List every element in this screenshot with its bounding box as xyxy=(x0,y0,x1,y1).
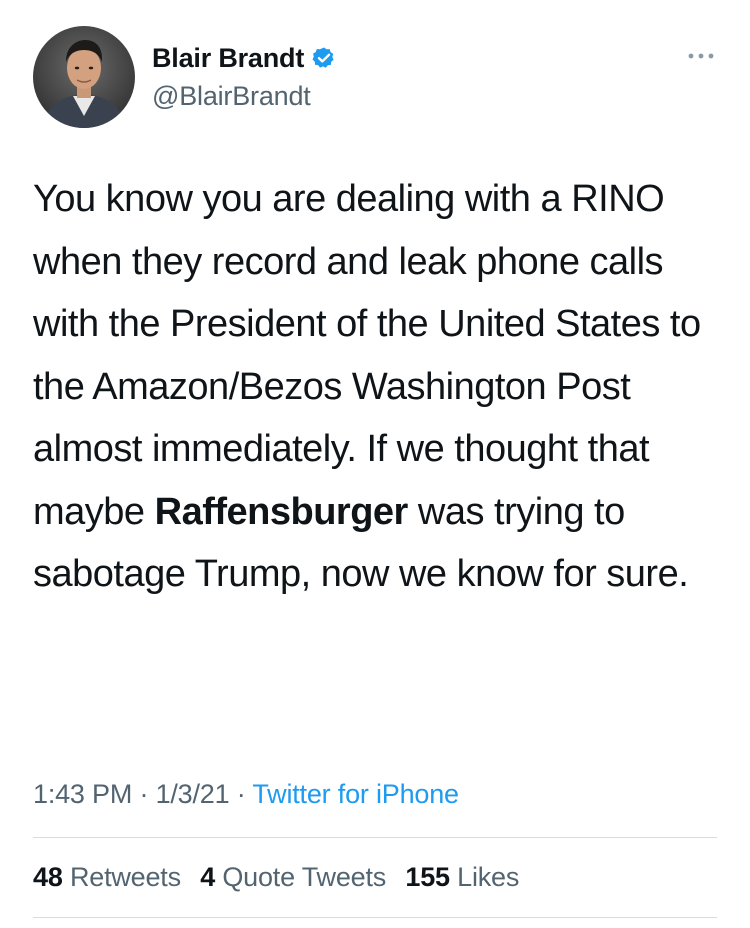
display-name[interactable]: Blair Brandt xyxy=(152,43,304,74)
retweets-label: Retweets xyxy=(69,862,181,892)
retweets-stat[interactable]: 48 Retweets xyxy=(33,862,181,892)
quote-tweets-stat[interactable]: 4 Quote Tweets xyxy=(200,862,386,892)
likes-count: 155 xyxy=(405,862,450,892)
likes-stat[interactable]: 155 Likes xyxy=(405,862,519,892)
tweet-source-link[interactable]: Twitter for iPhone xyxy=(252,779,459,809)
tweet-card: Blair Brandt @BlairBrandt You know you a… xyxy=(0,0,750,928)
tweet-text-bold-name: Raffensburger xyxy=(154,490,409,533)
divider xyxy=(33,837,717,838)
likes-label: Likes xyxy=(457,862,520,892)
tweet-date[interactable]: 1/3/21 xyxy=(156,779,230,809)
meta-separator: · xyxy=(229,779,253,809)
avatar[interactable] xyxy=(33,26,135,128)
quote-tweets-label: Quote Tweets xyxy=(222,862,387,892)
handle[interactable]: @BlairBrandt xyxy=(152,81,336,112)
tweet-text: You know you are dealing with a RINO whe… xyxy=(33,168,723,606)
verified-badge-icon xyxy=(312,46,336,70)
tweet-time[interactable]: 1:43 PM xyxy=(33,779,132,809)
meta-separator: · xyxy=(132,779,156,809)
display-name-row: Blair Brandt xyxy=(152,41,336,75)
author-info: Blair Brandt @BlairBrandt xyxy=(152,41,336,112)
quote-tweets-count: 4 xyxy=(200,862,216,892)
more-options-icon[interactable] xyxy=(684,46,718,66)
tweet-meta: 1:43 PM · 1/3/21 · Twitter for iPhone xyxy=(33,779,459,810)
divider xyxy=(33,917,717,918)
retweets-count: 48 xyxy=(33,862,63,892)
tweet-text-part-1: You know you are dealing with a RINO whe… xyxy=(33,178,701,533)
tweet-stats: 48 Retweets 4 Quote Tweets 155 Likes xyxy=(33,862,531,893)
